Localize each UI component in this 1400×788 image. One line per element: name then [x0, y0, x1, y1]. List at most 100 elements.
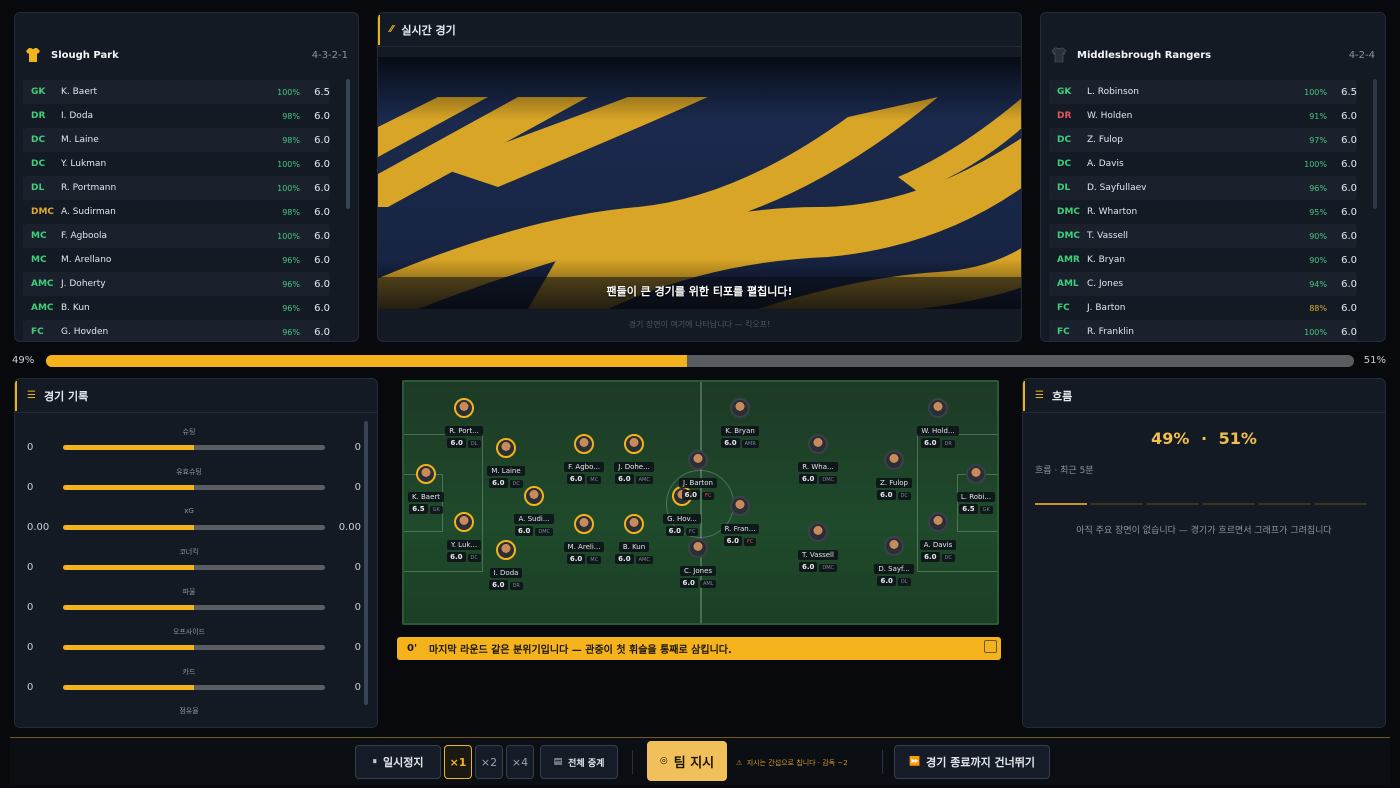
lineup-row[interactable]: DMC T. Vassell 90% 6.0	[1049, 224, 1357, 248]
home-pitch-player[interactable]: M. Laine 6.0 DC	[471, 438, 541, 488]
lineup-row[interactable]: DR W. Holden 91% 6.0	[1049, 104, 1357, 128]
away-pitch-player[interactable]: Z. Fulop 6.0 DC	[859, 450, 929, 500]
stats-scrollbar[interactable]	[364, 421, 368, 705]
away-pitch-player[interactable]: T. Vassell 6.0 DMC	[783, 522, 853, 572]
flow-segment	[1259, 503, 1311, 505]
player-avatar	[808, 434, 828, 454]
flow-home-value: 49%	[1151, 429, 1190, 448]
home-pitch-player[interactable]: K. Baert 6.5 GK	[404, 464, 461, 514]
player-position: GK	[1057, 87, 1072, 97]
pitch-player-position: GK	[979, 506, 993, 514]
team-orders-button[interactable]: ◎ 팀 지시	[647, 741, 727, 781]
pitch-player-rating: 6.5	[959, 504, 978, 514]
ticker-expand-button[interactable]	[984, 640, 997, 653]
speed-x1-button[interactable]: ×1	[444, 745, 472, 779]
pitch-player-position: FC	[686, 528, 699, 536]
lineup-row[interactable]: FC G. Hovden 96% 6.0	[23, 320, 330, 341]
pitch-player-position: AML	[699, 580, 717, 588]
home-list-scrollbar[interactable]	[346, 79, 350, 209]
full-commentary-label: 전체 중계	[568, 758, 605, 769]
lineup-row[interactable]: AMC B. Kun 96% 6.0	[23, 296, 330, 320]
skip-to-end-button[interactable]: ⏩ 경기 종료까지 건너뛰기	[894, 745, 1050, 779]
lineup-row[interactable]: DMC A. Sudirman 98% 6.0	[23, 200, 330, 224]
player-condition: 91%	[1309, 111, 1327, 121]
pitch-player-rating: 6.0	[679, 578, 698, 588]
lineup-row[interactable]: DMC R. Wharton 95% 6.0	[1049, 200, 1357, 224]
stat-home-value: 0	[27, 682, 34, 693]
ticker-text: 마지막 라운드 같은 분위기입니다 — 관중이 첫 휘슬을 통째로 삼킵니다.	[429, 645, 732, 656]
player-rating: 6.0	[1341, 326, 1357, 338]
home-team-header: Slough Park 4-3-2-1	[25, 43, 348, 67]
pause-button[interactable]: ⏸ 일시정지	[355, 745, 441, 779]
lineup-row[interactable]: FC J. Barton 88% 6.0	[1049, 296, 1357, 320]
lineup-row[interactable]: DC Y. Lukman 100% 6.0	[23, 152, 330, 176]
player-position: DC	[31, 159, 46, 169]
lineup-row[interactable]: DC M. Laine 98% 6.0	[23, 128, 330, 152]
lineup-row[interactable]: DL R. Portmann 100% 6.0	[23, 176, 330, 200]
player-rating: 6.0	[1341, 110, 1357, 122]
player-name: J. Doherty	[61, 279, 106, 289]
pitch: K. Baert 6.5 GK R. Port... 6.0 DL M. Laine 6.0 D…	[402, 380, 999, 625]
pitch-player-name: J. Dohe...	[614, 462, 654, 472]
stat-label: xG	[184, 507, 194, 515]
away-pitch-player[interactable]: K. Bryan 6.0 AMR	[705, 398, 775, 448]
pitch-player-rating: 6.0	[921, 438, 940, 448]
lineup-row[interactable]: GK K. Baert 100% 6.5	[23, 80, 330, 104]
stat-bar	[63, 445, 325, 450]
stat-bar	[63, 525, 325, 530]
away-pitch-player[interactable]: C. Jones 6.0 AML	[663, 538, 733, 588]
player-condition: 96%	[282, 255, 300, 265]
lineup-row[interactable]: DC A. Davis 100% 6.0	[1049, 152, 1357, 176]
warning-icon: ⚠	[736, 759, 743, 767]
stat-label: 오프사이드	[172, 628, 206, 636]
skip-to-end-label: 경기 종료까지 건너뛰기	[926, 756, 1036, 769]
speed-x4-button[interactable]: ×4	[506, 745, 534, 779]
lineup-row[interactable]: FC R. Franklin 100% 6.0	[1049, 320, 1357, 341]
lineup-row[interactable]: MC M. Arellano 96% 6.0	[23, 248, 330, 272]
away-pitch-player[interactable]: L. Robi... 6.5 GK	[941, 464, 997, 514]
home-pitch-player[interactable]: J. Dohe... 6.0 AMC	[599, 434, 669, 484]
pitch-player-rating: 6.0	[489, 580, 508, 590]
player-name: I. Doda	[61, 111, 94, 121]
pitch-player-rating: 6.0	[514, 526, 534, 536]
lineup-row[interactable]: AML C. Jones 94% 6.0	[1049, 272, 1357, 296]
home-pitch-player[interactable]: I. Doda 6.0 DR	[471, 540, 541, 590]
lineup-row[interactable]: AMC J. Doherty 96% 6.0	[23, 272, 330, 296]
player-position: DR	[31, 111, 46, 121]
away-list-scrollbar[interactable]	[1373, 79, 1377, 209]
player-avatar	[454, 512, 474, 532]
player-rating: 6.0	[1341, 302, 1357, 314]
fast-forward-icon: ⏩	[908, 757, 921, 767]
stat-label: 파울	[182, 588, 196, 596]
flow-segment	[1035, 503, 1087, 505]
speed-x2-button[interactable]: ×2	[475, 745, 503, 779]
lineup-row[interactable]: DL D. Sayfullaev 96% 6.0	[1049, 176, 1357, 200]
pitch-player-position: AMR	[741, 440, 759, 448]
player-avatar	[454, 398, 474, 418]
player-name: J. Barton	[1087, 303, 1126, 313]
player-condition: 96%	[282, 303, 300, 313]
pitch-player-meta: 6.0 AML	[663, 578, 733, 588]
lineup-row[interactable]: GK L. Robinson 100% 6.5	[1049, 80, 1357, 104]
match-stats-title: 경기 기록	[43, 389, 89, 403]
stat-bar	[63, 605, 325, 610]
lineup-row[interactable]: DR I. Doda 98% 6.0	[23, 104, 330, 128]
away-pitch-player[interactable]: J. Barton 6.0 FC	[663, 450, 733, 500]
stat-home-fill	[63, 605, 194, 610]
full-commentary-button[interactable]: ▤ 전체 중계	[540, 745, 618, 779]
pitch-player-meta: 6.0 DMC	[783, 474, 853, 484]
lineup-row[interactable]: MC F. Agboola 100% 6.0	[23, 224, 330, 248]
lineup-row[interactable]: DC Z. Fulop 97% 6.0	[1049, 128, 1357, 152]
divider	[882, 750, 883, 774]
lineup-row[interactable]: AMR K. Bryan 90% 6.0	[1049, 248, 1357, 272]
player-avatar	[928, 398, 948, 418]
pitch-player-rating: 6.0	[615, 474, 634, 484]
pitch-player-rating: 6.0	[447, 438, 466, 448]
pitch-player-name: Z. Fulop	[876, 478, 912, 488]
away-pitch-player[interactable]: D. Sayf... 6.0 DL	[859, 536, 929, 586]
flow-away-value: 51%	[1218, 429, 1257, 448]
player-avatar	[624, 514, 644, 534]
away-pitch-player[interactable]: R. Wha... 6.0 DMC	[783, 434, 853, 484]
away-pitch-player[interactable]: W. Hold... 6.0 DR	[903, 398, 973, 448]
stat-away-value: 0	[354, 482, 361, 493]
